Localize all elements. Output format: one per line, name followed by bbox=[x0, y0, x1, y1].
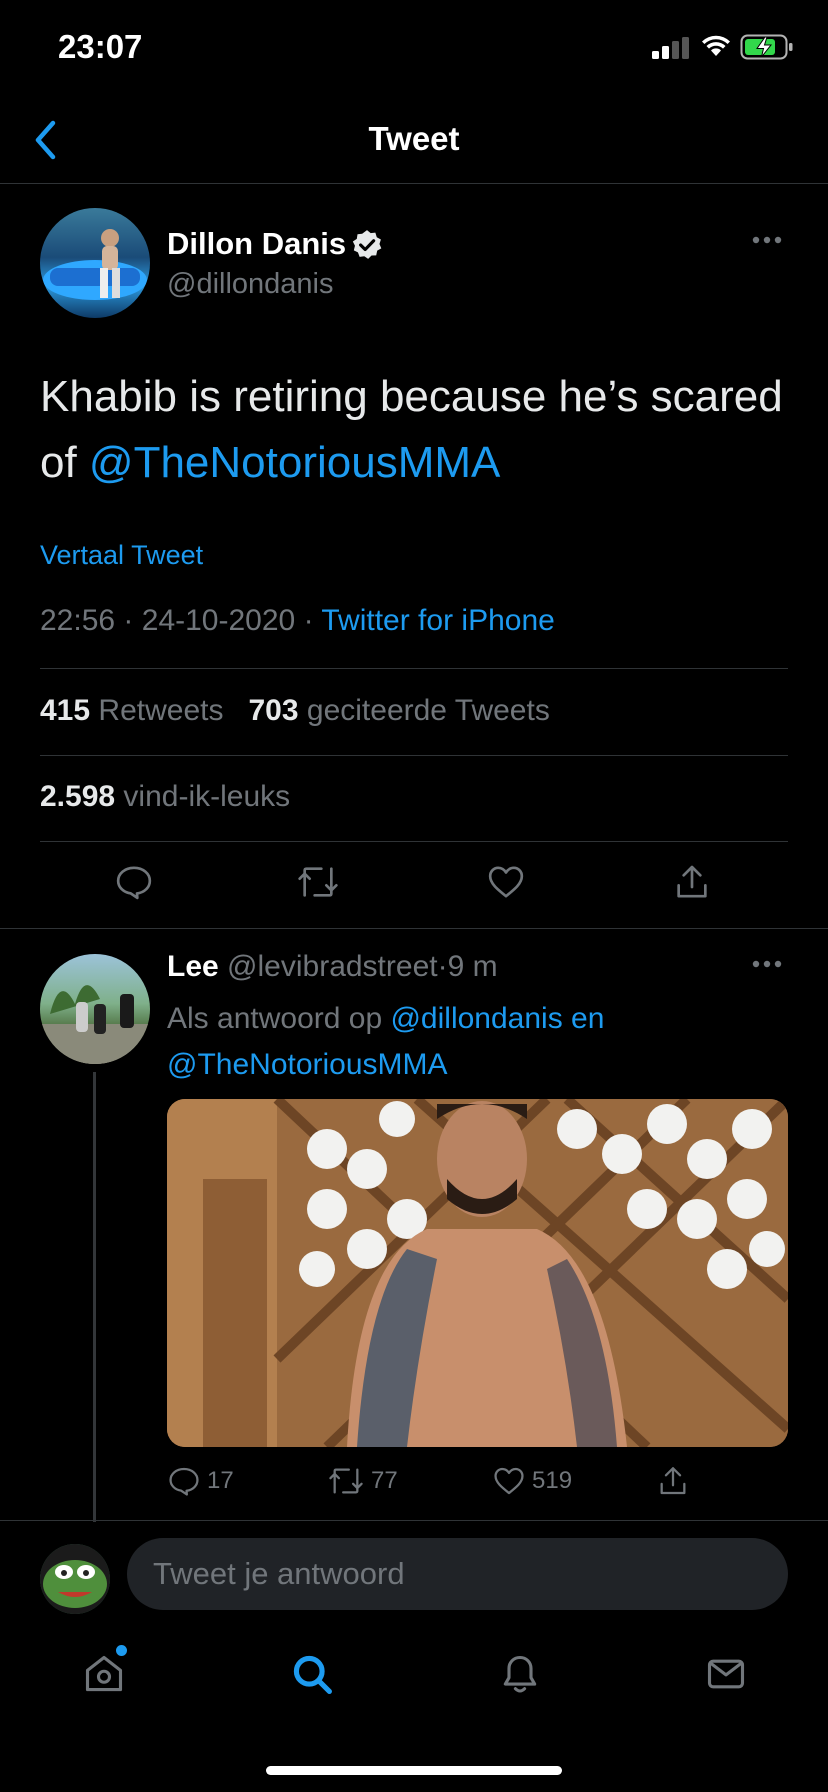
like-stats[interactable]: 2.598 vind-ik-leuks bbox=[40, 780, 290, 814]
status-time: 23:07 bbox=[58, 28, 143, 65]
retweet-count: 77 bbox=[371, 1467, 398, 1494]
search-icon[interactable] bbox=[290, 1652, 334, 1696]
author-avatar[interactable] bbox=[40, 208, 150, 318]
reply-author-name[interactable]: Lee bbox=[167, 950, 219, 983]
reply-share-action[interactable] bbox=[656, 1464, 690, 1498]
stats-divider bbox=[40, 755, 788, 756]
stats-divider bbox=[40, 668, 788, 669]
reply-context-prefix: Als antwoord op bbox=[167, 1002, 391, 1035]
wifi-icon bbox=[702, 35, 730, 56]
page-title: Tweet bbox=[368, 120, 460, 157]
compose-divider bbox=[0, 1520, 828, 1521]
tweet-date: 24-10-2020 bbox=[141, 604, 296, 637]
share-icon bbox=[660, 1467, 686, 1495]
tweet-meta: 22:56 · 24-10-2020 · Twitter for iPhone bbox=[40, 604, 555, 638]
tweet-text: Khabib is retiring because he’s scared o… bbox=[40, 364, 800, 496]
reply-separator: · bbox=[437, 950, 448, 983]
reply-icon bbox=[169, 1467, 199, 1496]
quotes-count: 703 bbox=[248, 694, 299, 727]
reply-author-handle[interactable]: @levibradstreet bbox=[227, 950, 438, 983]
reply-compose-input[interactable] bbox=[127, 1538, 788, 1610]
translate-tweet-link[interactable]: Vertaal Tweet bbox=[40, 540, 203, 571]
meta-separator: · bbox=[123, 604, 134, 637]
home-indicator bbox=[266, 1766, 562, 1775]
reply-reply-action[interactable]: 17 bbox=[167, 1464, 234, 1498]
battery-charging-icon bbox=[740, 34, 793, 60]
reply-like-action[interactable]: 519 bbox=[492, 1464, 572, 1498]
retweets-label: Retweets bbox=[98, 694, 224, 727]
unread-dot bbox=[116, 1645, 127, 1656]
stats-divider bbox=[40, 841, 788, 842]
cellular-signal-icon bbox=[652, 37, 689, 59]
author-name[interactable]: Dillon Danis bbox=[167, 226, 346, 262]
meta-separator: · bbox=[303, 604, 314, 637]
like-count: 519 bbox=[532, 1467, 573, 1494]
like-icon[interactable] bbox=[486, 862, 526, 902]
more-icon[interactable] bbox=[752, 960, 782, 968]
quotes-label: geciteerde Tweets bbox=[306, 694, 550, 727]
tweet-time: 22:56 bbox=[40, 604, 116, 637]
thread-line bbox=[93, 1072, 96, 1522]
current-user-avatar[interactable] bbox=[40, 1544, 110, 1614]
messages-icon[interactable] bbox=[704, 1652, 748, 1696]
reply-media-image[interactable] bbox=[167, 1099, 788, 1447]
likes-count: 2.598 bbox=[40, 780, 116, 813]
notifications-icon[interactable] bbox=[498, 1652, 542, 1696]
retweet-stats[interactable]: 415 Retweets 703 geciteerde Tweets bbox=[40, 694, 550, 728]
author-handle[interactable]: @dillondanis bbox=[167, 268, 333, 301]
reply-author-avatar[interactable] bbox=[40, 954, 150, 1064]
header-divider bbox=[0, 183, 828, 184]
reply-retweet-action[interactable]: 77 bbox=[327, 1464, 398, 1498]
tweet-mention-link[interactable]: @TheNotoriousMMA bbox=[89, 438, 500, 487]
home-icon[interactable] bbox=[82, 1652, 126, 1696]
retweet-icon[interactable] bbox=[296, 862, 340, 902]
retweets-count: 415 bbox=[40, 694, 91, 727]
likes-label: vind-ik-leuks bbox=[123, 780, 291, 813]
more-icon[interactable] bbox=[752, 236, 782, 244]
reply-count: 17 bbox=[207, 1467, 234, 1494]
retweet-icon bbox=[329, 1468, 363, 1494]
section-divider bbox=[0, 928, 828, 929]
like-icon bbox=[494, 1467, 524, 1495]
tweet-source-link[interactable]: Twitter for iPhone bbox=[321, 604, 554, 637]
reply-context: Als antwoord op @dillondanis en @TheNoto… bbox=[167, 996, 787, 1088]
reply-time: 9 m bbox=[447, 950, 498, 983]
share-icon[interactable] bbox=[672, 862, 712, 902]
reply-icon[interactable] bbox=[114, 862, 154, 902]
verified-badge-icon bbox=[352, 230, 382, 259]
reply-header: Lee @levibradstreet·9 m bbox=[167, 950, 498, 984]
